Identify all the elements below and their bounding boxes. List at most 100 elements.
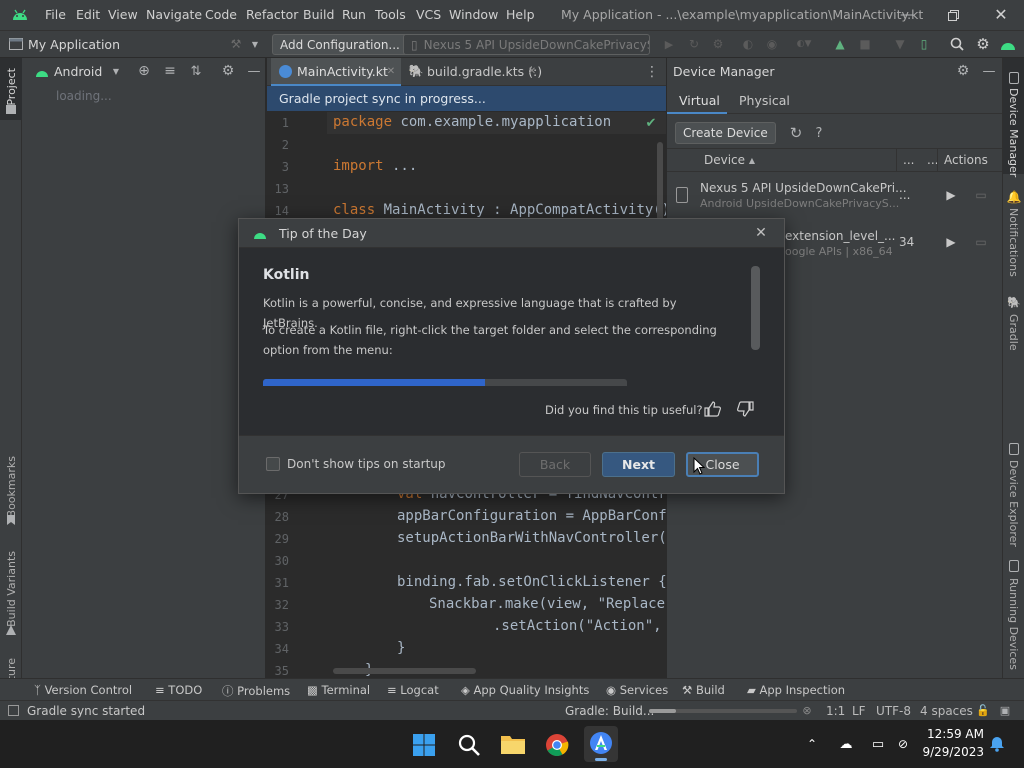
create-device-button[interactable]: Create Device	[675, 122, 776, 144]
next-button[interactable]: Next	[602, 452, 675, 477]
device-manager-gear-icon[interactable]: ⚙	[955, 62, 971, 80]
taskbar-date[interactable]: 9/29/2023	[920, 745, 984, 759]
menu-vcs[interactable]: VCS	[416, 7, 441, 22]
search-icon[interactable]	[948, 35, 966, 53]
menu-run[interactable]: Run	[342, 7, 366, 22]
attach-icon[interactable]: ◉	[764, 36, 780, 52]
lock-icon[interactable]: 🔓	[976, 703, 990, 717]
tab-problems[interactable]: ⓘ Problems	[222, 683, 290, 699]
code-line[interactable]: setupActionBarWithNavController(na	[397, 530, 684, 546]
menu-code[interactable]: Code	[205, 7, 237, 22]
debug-icon[interactable]: ⚙	[710, 36, 726, 52]
menu-refactor[interactable]: Refactor	[246, 7, 298, 22]
status-message[interactable]: Gradle sync started	[27, 704, 145, 718]
file-encoding[interactable]: UTF-8	[876, 704, 911, 718]
locate-icon[interactable]: ⊕	[136, 62, 152, 80]
line-separator[interactable]: LF	[852, 704, 866, 718]
thumbs-up-icon[interactable]	[702, 399, 722, 419]
thumbs-down-icon[interactable]	[735, 399, 755, 419]
tab-app-quality-insights[interactable]: ◈ App Quality Insights	[461, 683, 589, 697]
editor-v-scrollbar[interactable]	[657, 142, 663, 222]
close-tab-icon[interactable]: ✕	[526, 65, 538, 77]
close-window-icon[interactable]: ✕	[992, 5, 1010, 24]
notifications-tool-label[interactable]: Notifications	[1007, 208, 1020, 277]
tab-build[interactable]: ⚒ Build	[682, 683, 725, 697]
tab-terminal[interactable]: ▩ Terminal	[307, 683, 370, 697]
back-button[interactable]: Back	[519, 452, 591, 477]
code-line[interactable]: import ...	[333, 158, 417, 174]
tab-physical[interactable]: Physical	[729, 86, 799, 114]
code-line[interactable]: }	[397, 640, 405, 656]
android-logo-icon[interactable]	[999, 35, 1017, 53]
device-explorer-tool-label[interactable]: Device Explorer	[1007, 460, 1020, 547]
dont-show-tips-label[interactable]: Don't show tips on startup	[287, 457, 446, 471]
device-manager-tool-label[interactable]: Device Manager	[1007, 88, 1020, 177]
code-line[interactable]: Snackbar.make(view, "Replace w	[429, 596, 682, 612]
display-icon[interactable]: ▭	[868, 735, 888, 753]
project-view-mode[interactable]: Android	[54, 64, 102, 79]
status-square-icon[interactable]	[8, 705, 19, 716]
hammer-icon[interactable]: ⚒	[228, 36, 244, 52]
more-run-icon[interactable]: ◐▼	[790, 36, 818, 52]
indent-setting[interactable]: 4 spaces	[920, 704, 973, 718]
tip-scrollbar[interactable]	[751, 266, 760, 350]
menu-window[interactable]: Window	[449, 7, 498, 22]
dialog-close-icon[interactable]: ✕	[753, 224, 769, 242]
tab-version-control[interactable]: ᛉ Version Control	[34, 683, 132, 697]
menu-navigate[interactable]: Navigate	[146, 7, 202, 22]
code-line[interactable]: class MainActivity : AppCompatActivity()…	[333, 202, 687, 218]
editor-tabs-menu-icon[interactable]: ⋮	[645, 64, 659, 80]
menu-build[interactable]: Build	[303, 7, 334, 22]
tab-app-inspection[interactable]: ▰ App Inspection	[747, 683, 845, 697]
launch-device-icon[interactable]: ▶	[943, 234, 959, 250]
sync-gradle-icon[interactable]: ▲	[832, 36, 848, 52]
add-configuration-button[interactable]: Add Configuration...	[272, 34, 408, 55]
view-mode-chevron-icon[interactable]: ▼	[110, 64, 122, 78]
device-manager-hide-icon[interactable]: —	[981, 62, 997, 80]
editor-h-scrollbar[interactable]	[333, 668, 476, 674]
gear-icon[interactable]: ⚙	[974, 35, 992, 53]
running-devices-tool-label[interactable]: Running Devices	[1007, 578, 1020, 670]
gradle-tool-label[interactable]: Gradle	[1007, 314, 1020, 351]
dont-show-tips-checkbox[interactable]	[266, 457, 280, 471]
cursor-position[interactable]: 1:1	[826, 704, 845, 718]
onedrive-icon[interactable]: ☁	[836, 735, 856, 753]
menu-tools[interactable]: Tools	[375, 7, 406, 22]
memory-indicator-icon[interactable]: ▣	[998, 703, 1012, 717]
sdk-manager-icon[interactable]: ▼	[892, 36, 908, 52]
show-hidden-icons-icon[interactable]: ⌃	[804, 736, 820, 752]
code-line[interactable]: .setAction("Action", n	[493, 618, 678, 634]
device-select[interactable]: ▯ Nexus 5 API UpsideDownCakePrivacySa	[403, 34, 650, 55]
tab-services[interactable]: ◉ Services	[606, 683, 668, 697]
hide-panel-icon[interactable]: —	[246, 62, 262, 80]
bookmarks-tool-label[interactable]: Bookmarks	[5, 456, 18, 517]
project-settings-gear-icon[interactable]: ⚙	[220, 62, 236, 80]
cancel-progress-icon[interactable]: ⊗	[800, 703, 814, 717]
menu-file[interactable]: File	[45, 7, 66, 22]
launch-device-icon[interactable]: ▶	[943, 187, 959, 203]
chevron-down-icon[interactable]: ▼	[249, 36, 261, 52]
build-variants-tool-label[interactable]: Build Variants	[5, 551, 18, 627]
col-device-header[interactable]: Device	[704, 153, 745, 167]
apply-changes-icon[interactable]: ↻	[686, 36, 702, 52]
close-tab-icon[interactable]: ✕	[385, 65, 397, 77]
taskbar-time[interactable]: 12:59 AM	[926, 727, 984, 741]
expand-all-icon[interactable]: ≡	[162, 62, 178, 80]
taskbar-search-icon[interactable]	[457, 733, 481, 757]
code-line[interactable]: binding.fab.setOnClickListener { v	[397, 574, 684, 590]
tab-virtual[interactable]: Virtual	[667, 86, 727, 114]
file-explorer-icon[interactable]	[500, 733, 526, 757]
run-icon[interactable]: ▶	[661, 36, 677, 52]
device-row[interactable]: Nexus 5 API UpsideDownCakePri... Android…	[667, 174, 1003, 220]
notification-bell-icon[interactable]	[988, 735, 1006, 753]
tab-build-gradle[interactable]: 🐘 build.gradle.kts (:) ✕	[403, 58, 543, 86]
tab-mainactivity[interactable]: MainActivity.kt ✕	[271, 58, 401, 86]
restore-icon[interactable]	[944, 6, 962, 24]
device-manager-icon[interactable]: ▯	[916, 36, 932, 52]
refresh-icon[interactable]: ↻	[787, 123, 805, 143]
tab-logcat[interactable]: ≡ Logcat	[387, 683, 439, 697]
help-icon[interactable]: ?	[811, 123, 827, 143]
code-line[interactable]: package com.example.myapplication	[333, 114, 611, 130]
stop-icon[interactable]: ■	[857, 36, 873, 52]
project-name[interactable]: My Application	[28, 37, 120, 52]
